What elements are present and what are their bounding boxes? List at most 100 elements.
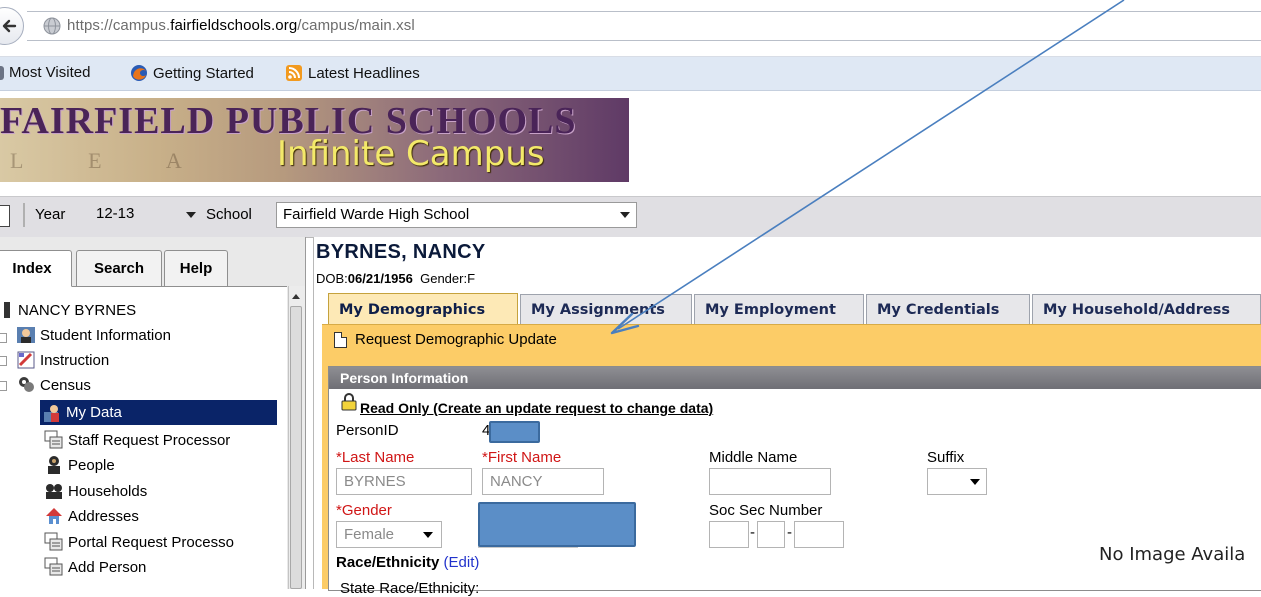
tab-search[interactable]: Search: [76, 250, 162, 286]
census-icon: [19, 377, 34, 392]
url-prefix: https://campus.: [67, 17, 171, 34]
ssn-part-2-field[interactable]: [757, 521, 785, 548]
bookmark-most-visited[interactable]: Most Visited: [0, 64, 90, 81]
redacted-person-id: [489, 421, 540, 443]
gender-dropdown-icon[interactable]: [423, 532, 433, 538]
instruction-icon: [17, 351, 35, 369]
tree-item-instruction[interactable]: Instruction: [16, 348, 109, 372]
expand-census[interactable]: [0, 381, 7, 391]
tab-my-employment[interactable]: My Employment: [694, 294, 864, 324]
rss-icon: [286, 65, 302, 81]
last-name-field[interactable]: BYRNES: [336, 468, 472, 495]
year-dropdown-icon[interactable]: [186, 212, 196, 218]
tab-my-assignments[interactable]: My Assignments: [520, 294, 692, 324]
gender-field-label: *Gender: [336, 502, 392, 519]
dob-label: DOB:: [316, 271, 348, 286]
tree-item-student-information[interactable]: Student Information: [16, 323, 171, 347]
section-title: Person Information: [340, 370, 469, 386]
school-label: School: [206, 206, 252, 223]
last-name-label: *Last Name: [336, 449, 414, 466]
suffix-label: Suffix: [927, 449, 965, 466]
households-icon: [46, 484, 62, 499]
tree-item-add-person[interactable]: Add Person: [44, 555, 146, 579]
student-icon: [17, 327, 35, 343]
tab-my-demographics[interactable]: My Demographics: [328, 293, 518, 325]
gender-label: Gender:: [420, 271, 468, 286]
suffix-dropdown-icon[interactable]: [970, 479, 980, 485]
processor-icon: [44, 532, 63, 551]
no-image-placeholder: No Image Availa: [1099, 544, 1246, 565]
ssn-part-3-field[interactable]: [794, 521, 844, 548]
race-label-text: Race/Ethnicity: [336, 554, 440, 571]
race-edit-link[interactable]: (Edit): [444, 554, 480, 571]
year-label: Year: [35, 206, 66, 223]
url-path: /campus/main.xsl: [297, 17, 415, 34]
bookmark-label: Most Visited: [9, 64, 91, 81]
tab-index[interactable]: Index: [0, 250, 72, 287]
ssn-label: Soc Sec Number: [709, 502, 823, 519]
my-data-icon: [44, 404, 59, 422]
calendar-icon[interactable]: [0, 205, 10, 227]
ssn-part-1-field[interactable]: [709, 521, 749, 548]
scroll-thumb[interactable]: [290, 306, 302, 589]
middle-name-label: Middle Name: [709, 449, 798, 466]
expand-student-information[interactable]: [0, 333, 7, 343]
read-only-notice: Read Only (Create an update request to c…: [360, 400, 714, 416]
first-name-field[interactable]: NANCY: [482, 468, 604, 495]
bookmark-latest-headlines[interactable]: Latest Headlines: [285, 64, 420, 82]
ssn-separator: -: [750, 524, 755, 541]
tree-item-my-data[interactable]: My Data: [40, 400, 277, 425]
section-header: [329, 367, 1261, 389]
school-select[interactable]: Fairfield Warde High School: [276, 202, 637, 228]
tree-label: Staff Request Processor: [68, 431, 231, 449]
processor-icon: [44, 557, 63, 576]
person-name: BYRNES, NANCY: [316, 241, 486, 263]
document-icon[interactable]: [334, 332, 347, 348]
tab-my-household-address[interactable]: My Household/Address: [1032, 294, 1261, 324]
tab-my-credentials[interactable]: My Credentials: [866, 294, 1030, 324]
expand-instruction[interactable]: [0, 356, 7, 366]
tree-item-portal-request-processor[interactable]: Portal Request Processo: [44, 530, 234, 554]
toolbar-divider: [23, 203, 25, 227]
dob-value: 06/21/1956: [347, 271, 413, 286]
middle-name-field[interactable]: [709, 468, 831, 495]
tree-label: My Data: [66, 404, 122, 421]
people-icon: [48, 456, 60, 474]
tree-item-households[interactable]: Households: [44, 479, 147, 503]
tree-item-people[interactable]: People: [44, 453, 115, 477]
banner-letters: L E A: [10, 148, 212, 173]
bookmark-getting-started[interactable]: Getting Started: [130, 64, 254, 82]
tree-label: Households: [68, 482, 148, 500]
processor-icon: [44, 430, 63, 449]
gear-icon: [0, 65, 4, 80]
gender-field-label-text: *Gender: [336, 502, 392, 519]
tree-label: Portal Request Processo: [68, 533, 234, 551]
tree-root[interactable]: NANCY BYRNES: [4, 298, 136, 322]
tab-help[interactable]: Help: [164, 250, 228, 286]
year-select[interactable]: 12-13: [90, 202, 170, 228]
request-demographic-update-button[interactable]: Request Demographic Update: [355, 331, 557, 348]
firefox-icon: [131, 65, 147, 81]
school-dropdown-icon[interactable]: [620, 212, 630, 218]
tree-item-census[interactable]: Census: [16, 373, 91, 397]
tree-label: Census: [40, 376, 91, 394]
first-name-label: *First Name: [482, 449, 561, 466]
globe-icon: [43, 17, 61, 35]
bookmark-label: Latest Headlines: [308, 64, 420, 82]
tree-label: Student Information: [40, 326, 171, 344]
gender-value: F: [467, 271, 476, 286]
tree-label: Addresses: [68, 507, 139, 525]
tree-item-staff-request-processor[interactable]: Staff Request Processor: [44, 428, 230, 452]
scroll-up-icon[interactable]: [292, 294, 300, 299]
lock-icon: [341, 393, 357, 411]
tree-item-addresses[interactable]: Addresses: [44, 504, 139, 528]
person-id-label: PersonID: [336, 422, 399, 439]
race-ethnicity-label: Race/Ethnicity (Edit): [336, 554, 479, 571]
addresses-icon: [46, 508, 62, 524]
url-text[interactable]: https://campus.fairfieldschools.org/camp…: [67, 17, 415, 34]
bookmark-label: Getting Started: [153, 64, 254, 82]
url-domain: fairfieldschools.org: [170, 17, 298, 34]
back-arrow-icon: [2, 19, 17, 33]
tree-label: Add Person: [68, 558, 147, 576]
ssn-separator: -: [787, 524, 792, 541]
